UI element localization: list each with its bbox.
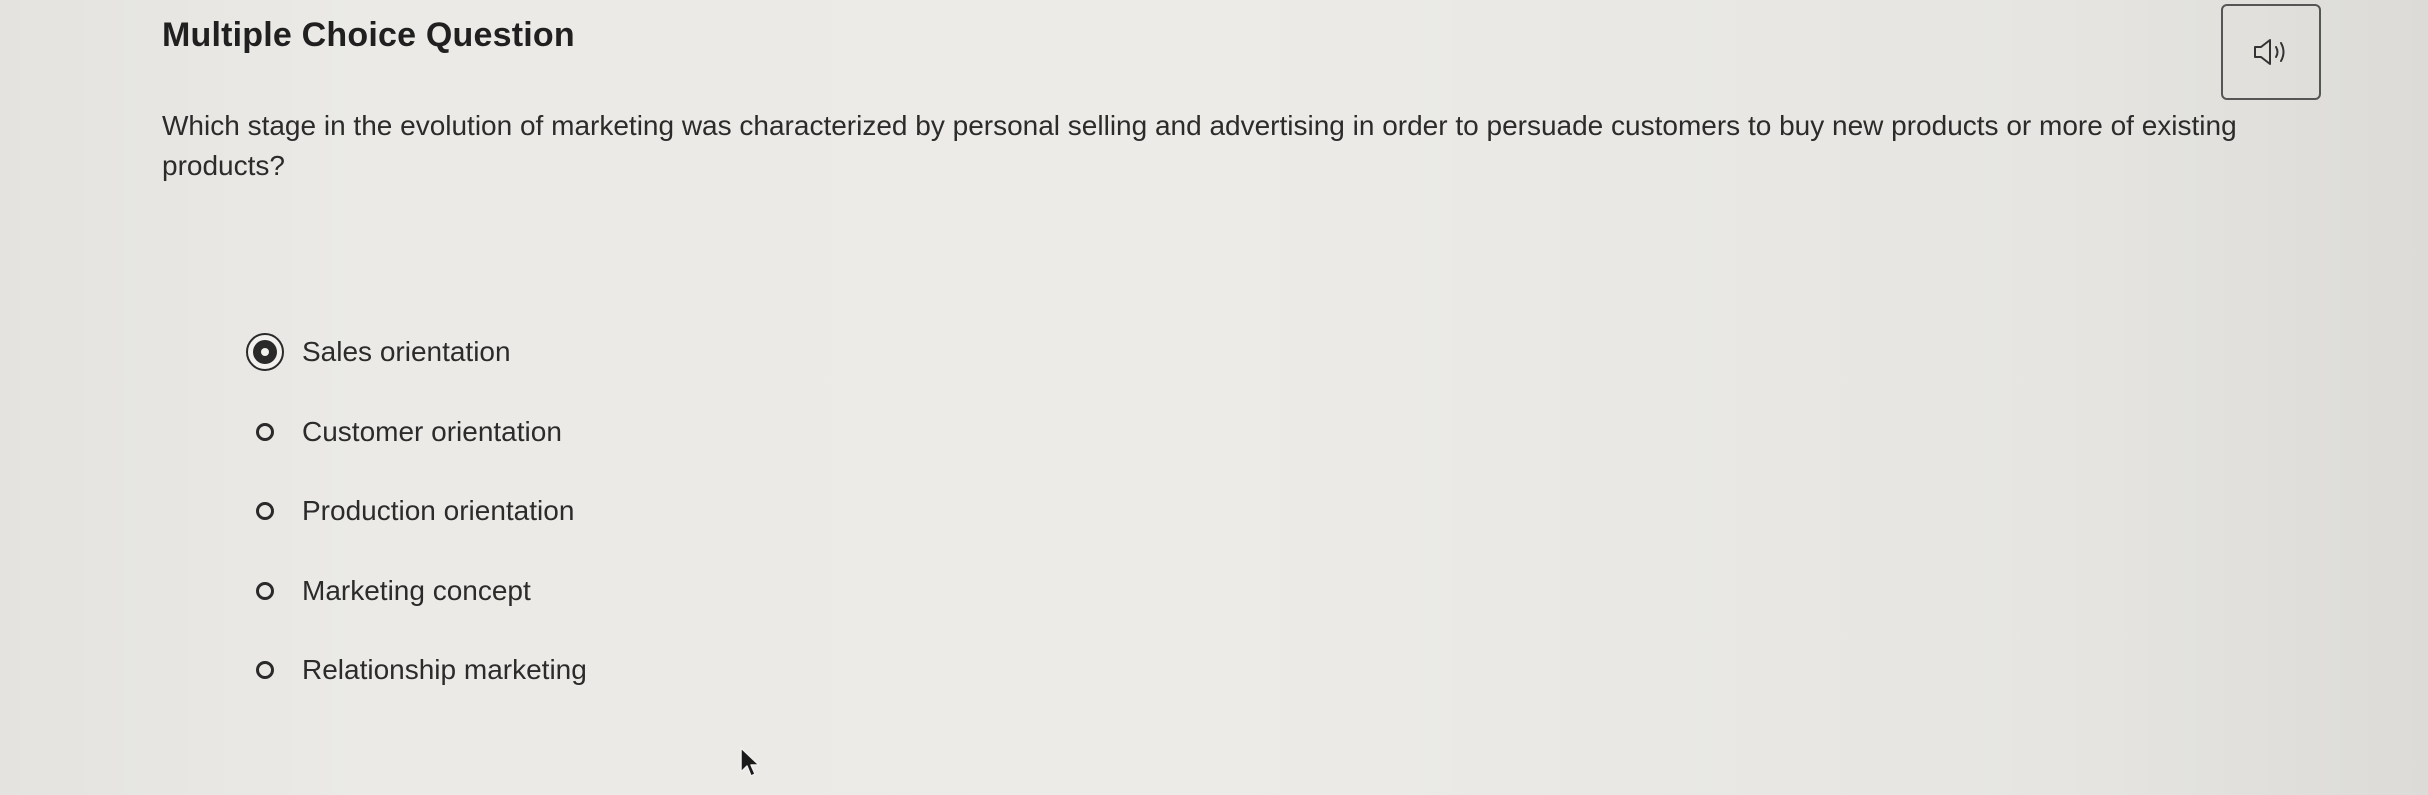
question-page: Multiple Choice Question Which stage in … xyxy=(0,0,2428,795)
radio-unselected-icon[interactable] xyxy=(246,572,284,610)
option-marketing-concept[interactable]: Marketing concept xyxy=(246,571,587,611)
option-label: Relationship marketing xyxy=(302,654,587,685)
option-label: Marketing concept xyxy=(302,574,531,606)
radio-unselected-icon[interactable] xyxy=(246,413,284,451)
radio-unselected-icon[interactable] xyxy=(246,492,284,530)
option-label: Customer orientation xyxy=(302,415,562,447)
radio-selected-icon[interactable] xyxy=(246,333,284,371)
read-aloud-button[interactable] xyxy=(2221,4,2321,100)
option-customer-orientation[interactable]: Customer orientation xyxy=(246,412,587,452)
option-label: Sales orientation xyxy=(302,336,511,367)
option-production-orientation[interactable]: Production orientation xyxy=(246,491,587,531)
answer-options: Sales orientation Customer orientation P… xyxy=(246,332,587,730)
question-type-title: Multiple Choice Question xyxy=(162,16,575,54)
option-label: Production orientation xyxy=(302,495,575,526)
option-relationship-marketing[interactable]: Relationship marketing xyxy=(246,650,587,690)
radio-unselected-icon[interactable] xyxy=(246,651,284,689)
question-text: Which stage in the evolution of marketin… xyxy=(162,110,2237,181)
option-sales-orientation[interactable]: Sales orientation xyxy=(246,332,587,372)
speaker-icon xyxy=(2251,36,2291,68)
mouse-pointer-icon xyxy=(739,746,761,778)
